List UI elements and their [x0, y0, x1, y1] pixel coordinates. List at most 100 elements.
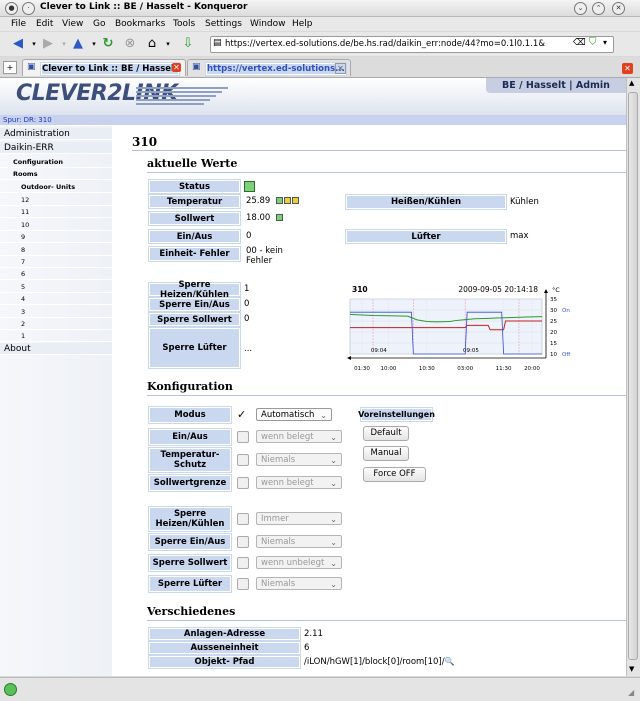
url-input[interactable]	[225, 37, 545, 51]
setpoint-limit-select-value: wenn belegt	[261, 478, 314, 488]
download-icon[interactable]: ⇩	[180, 37, 196, 51]
security-shield-icon[interactable]: ⛉	[589, 37, 597, 48]
sidebar-item-room[interactable]: 11	[0, 207, 112, 219]
menu-file[interactable]: File	[11, 19, 26, 29]
cfg-lock-onoff-select[interactable]: Niemals ⌄	[256, 535, 342, 548]
cfg-lock-heat-cool-select[interactable]: Immer ⌄	[256, 512, 342, 525]
chevron-down-icon: ⌄	[330, 433, 337, 442]
cfg-lock-setpoint-select[interactable]: wenn unbelegt ⌄	[256, 556, 342, 569]
close-current-tab-icon[interactable]: ✕	[622, 63, 633, 74]
sidebar-item-room[interactable]: 10	[0, 220, 112, 231]
up-icon[interactable]: ▲	[70, 37, 86, 51]
chart-x-tick: 10:00	[380, 366, 396, 372]
forward-icon[interactable]: ▶	[40, 37, 56, 51]
back-icon[interactable]: ◀	[10, 37, 26, 51]
temp-protect-checkbox[interactable]	[237, 454, 249, 466]
sidebar-item-room[interactable]: 9	[0, 232, 112, 244]
menu-settings[interactable]: Settings	[205, 19, 242, 29]
chevron-down-icon: ⌄	[320, 411, 327, 420]
menu-bookmarks[interactable]: Bookmarks	[115, 19, 165, 29]
cfg-lock-onoff-checkbox[interactable]	[237, 536, 249, 548]
reload-icon[interactable]: ↻	[100, 37, 116, 51]
cfg-lock-setpoint-checkbox[interactable]	[237, 557, 249, 569]
temp-protect-label: Temperatur- Schutz	[149, 448, 231, 472]
menu-tools[interactable]: Tools	[173, 19, 195, 29]
cfg-lock-fan-select[interactable]: Niemals ⌄	[256, 577, 342, 590]
sidebar-item-room[interactable]: 1	[0, 331, 112, 343]
status-bar: ◢	[0, 677, 640, 701]
sidebar-item-configuration[interactable]: Configuration	[0, 157, 112, 168]
setpoint-limit-checkbox[interactable]	[237, 477, 249, 489]
temp-protect-select[interactable]: Niemals ⌄	[256, 453, 342, 466]
chart-timestamp: 2009-09-05 20:14:18	[458, 285, 538, 294]
tab-vertex[interactable]: ▣ https://vertex.ed-solutions... ✕	[187, 59, 351, 76]
scroll-up-icon[interactable]: ▲	[629, 79, 634, 87]
checkmark-icon[interactable]: ✓	[237, 408, 246, 421]
user-info: BE / Hasselt | Admin	[486, 78, 626, 93]
home-icon[interactable]: ⌂	[144, 37, 160, 51]
chart-y-tick: 30	[550, 308, 557, 314]
menu-help[interactable]: Help	[292, 19, 313, 29]
outdoor-unit-value: 6	[304, 643, 310, 653]
chevron-down-icon: ⌄	[330, 479, 337, 488]
scroll-down-icon[interactable]: ▼	[629, 665, 634, 673]
url-bar[interactable]: ▤ ⌫ ⛉ ▾	[210, 36, 614, 53]
manual-button[interactable]: Manual	[363, 446, 409, 461]
cfg-lock-fan-checkbox[interactable]	[237, 578, 249, 590]
outdoor-unit-label: Ausseneinheit	[149, 642, 300, 654]
magnifier-icon[interactable]: 🔍	[445, 657, 455, 666]
menu-edit[interactable]: Edit	[36, 19, 53, 29]
home-menu-icon[interactable]: ▾	[160, 37, 176, 51]
sidebar-item-room[interactable]: 12	[0, 195, 112, 206]
cfg-onoff-select[interactable]: wenn belegt ⌄	[256, 430, 342, 443]
window-titlebar: ● · Clever to Link :: BE / Hasselt - Kon…	[0, 0, 640, 17]
pin-icon[interactable]: ·	[22, 2, 35, 15]
sidebar-item-room[interactable]: 5	[0, 282, 112, 293]
clear-url-icon[interactable]: ⌫	[573, 38, 586, 48]
cfg-onoff-checkbox[interactable]	[237, 431, 249, 443]
chart-axis-arrow-left	[347, 356, 351, 360]
minimize-icon[interactable]: ⌄	[574, 2, 587, 15]
history-chart[interactable]: 310 2009-09-05 20:14:18 °C 35 30 25 20 15 10 0…	[346, 284, 576, 374]
maximize-icon[interactable]: ⌃	[592, 2, 605, 15]
force-off-button[interactable]: Force OFF	[363, 467, 426, 482]
sidebar-item-room[interactable]: 8	[0, 245, 112, 256]
new-tab-icon[interactable]: +	[3, 61, 17, 74]
close-tab-icon[interactable]: ✕	[335, 63, 346, 74]
menu-go[interactable]: Go	[93, 19, 105, 29]
lock-setpoint-label: Sperre Sollwert	[149, 313, 240, 326]
lock-setpoint-value: 0	[244, 314, 250, 324]
lock-fan-value: ...	[244, 344, 253, 354]
sidebar-item-rooms[interactable]: Rooms	[0, 169, 112, 180]
sidebar-item-room[interactable]: 6	[0, 269, 112, 281]
sidebar-item-room[interactable]: 4	[0, 294, 112, 306]
chart-x-tick: 11:30	[496, 366, 512, 372]
setpoint-limit-select[interactable]: wenn belegt ⌄	[256, 476, 342, 489]
scrollbar-thumb[interactable]	[628, 92, 638, 660]
mode-label: Modus	[149, 407, 231, 423]
sidebar-item-room[interactable]: 7	[0, 257, 112, 268]
close-tab-icon[interactable]: ✕	[172, 63, 181, 72]
stop-icon[interactable]: ⊗	[122, 37, 138, 51]
sidebar-item-daikin[interactable]: Daikin-ERR	[0, 142, 112, 154]
menu-window[interactable]: Window	[250, 19, 286, 29]
chevron-down-icon: ⌄	[330, 580, 337, 589]
tab-clever-to-link[interactable]: ▣ Clever to Link :: BE / Hasselt ✕	[22, 59, 186, 76]
window-menu-icon[interactable]: ●	[5, 2, 18, 15]
divider	[147, 172, 626, 173]
resize-grip-icon[interactable]: ◢	[628, 688, 634, 697]
main-content: 310 aktuelle Werte Status Temperatur 25.…	[112, 126, 626, 676]
sidebar-item-outdoor[interactable]: Outdoor- Units	[0, 182, 112, 193]
sidebar-item-administration[interactable]: Administration	[0, 128, 112, 140]
mode-select[interactable]: Automatisch ⌄	[256, 408, 332, 421]
sidebar: Administration Daikin-ERR Configuration …	[0, 126, 112, 676]
url-dropdown-icon[interactable]: ▾	[603, 38, 607, 47]
sidebar-item-room[interactable]: 3	[0, 307, 112, 318]
sidebar-item-room[interactable]: 2	[0, 319, 112, 330]
led-icon	[276, 197, 284, 204]
cfg-lock-heat-cool-checkbox[interactable]	[237, 513, 249, 525]
default-button[interactable]: Default	[363, 426, 409, 441]
close-window-icon[interactable]: ✕	[612, 2, 625, 15]
menu-view[interactable]: View	[62, 19, 83, 29]
sidebar-item-about[interactable]: About	[0, 343, 112, 355]
